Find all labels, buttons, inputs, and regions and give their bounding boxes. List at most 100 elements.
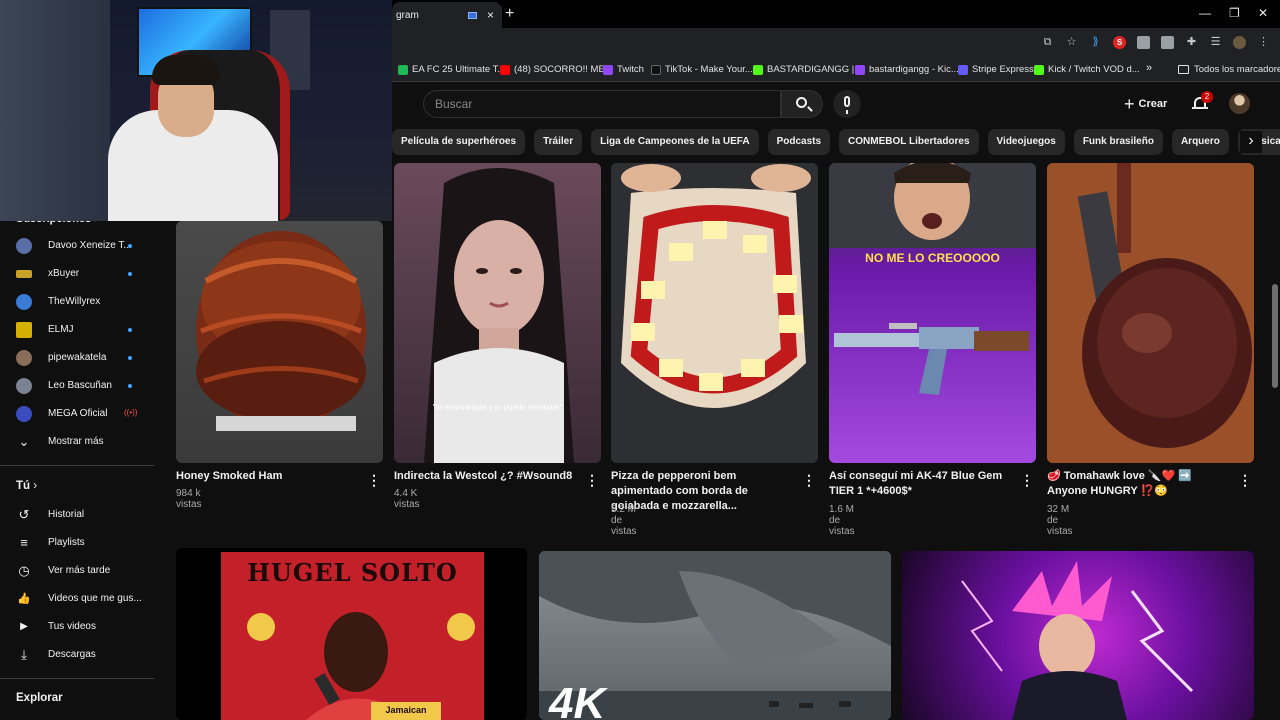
short-thumbnail[interactable]: NO ME LO CREOOOOO (829, 163, 1036, 463)
all-bookmarks-folder[interactable]: Todos los marcadores (1178, 64, 1280, 75)
bookmark-label: TikTok - Make Your... (665, 64, 753, 75)
bookmark-item[interactable]: Twitch (603, 64, 644, 75)
video-thumbnail[interactable] (902, 551, 1254, 720)
subscription-item[interactable]: Leo Bascuñan (0, 372, 154, 400)
channel-avatar (16, 270, 32, 278)
bookmark-item[interactable]: Kick / Twitch VOD d... (1034, 64, 1140, 75)
bookmark-favicon (1034, 64, 1044, 75)
bookmark-item[interactable]: Stripe Express (958, 64, 1034, 75)
bookmark-star-icon[interactable]: ☆ (1065, 36, 1078, 49)
ham-image (196, 231, 366, 431)
more-options-icon[interactable]: ⋮ (1238, 472, 1252, 489)
create-button[interactable]: + Crear (1124, 92, 1167, 116)
bookmark-item[interactable]: (48) SOCORRO!! ME... (500, 64, 613, 75)
show-more-button[interactable]: ⌄ Mostrar más (0, 428, 154, 456)
filter-chip[interactable]: Podcasts (767, 129, 831, 155)
page-scrollbar[interactable] (1272, 284, 1278, 388)
restore-button[interactable]: ❐ (1229, 6, 1240, 20)
create-label: Crear (1138, 98, 1168, 110)
extension-s-icon[interactable]: S (1113, 36, 1126, 49)
short-thumbnail[interactable] (1047, 163, 1254, 463)
bookmark-item[interactable]: bastardigangg - Kic... (855, 64, 959, 75)
sidebar-item-history[interactable]: ↺ Historial (0, 501, 154, 529)
notifications-button[interactable]: 2 (1192, 91, 1213, 112)
extension-icon[interactable]: ⟫ (1089, 36, 1102, 49)
search-button[interactable] (781, 90, 823, 118)
filter-chip[interactable]: CONMEBOL Libertadores (839, 129, 979, 155)
video-thumbnail[interactable]: HUGEL SOLTO Jamaican (176, 548, 527, 720)
video-title[interactable]: Indirecta la Westcol ¿? #Wsound8 (394, 469, 574, 484)
chevron-down-icon: ⌄ (18, 434, 30, 449)
short-thumbnail[interactable]: "te enamoraste y lo puedo entender" (394, 163, 601, 463)
install-icon[interactable]: ⧉ (1041, 36, 1054, 49)
video-title[interactable]: 🥩 Tomahawk love 🔪❤️ ➡️ Anyone HUNGRY ⁉️😳 (1047, 469, 1233, 499)
sidebar-item-liked[interactable]: 👍 Videos que me gus... (0, 585, 154, 613)
video-title[interactable]: Así conseguí mi AK-47 Blue Gem TIER 1 *+… (829, 469, 1015, 499)
filter-chip[interactable]: Tráiler (534, 129, 583, 155)
notification-badge: 2 (1201, 91, 1213, 103)
video-title[interactable]: Honey Smoked Ham (176, 469, 356, 484)
channel-name: Leo Bascuñan (48, 380, 112, 391)
filter-chip[interactable]: Película de superhéroes (392, 129, 526, 155)
filter-chip[interactable]: Videojuegos (987, 129, 1065, 155)
more-options-icon[interactable]: ⋮ (367, 472, 381, 489)
you-heading[interactable]: Tú › (16, 480, 37, 492)
chevron-right-icon[interactable]: › (1240, 131, 1262, 153)
more-options-icon[interactable]: ⋮ (585, 472, 599, 489)
bookmark-item[interactable]: EA FC 25 Ultimate T... (398, 64, 505, 75)
sidebar-item-downloads[interactable]: ⤓ Descargas (0, 641, 154, 669)
filter-chip[interactable]: Funk brasileño (1073, 129, 1163, 155)
voice-search-button[interactable] (833, 90, 861, 118)
bookmark-item[interactable]: TikTok - Make Your... (651, 64, 753, 75)
account-avatar[interactable] (1229, 93, 1250, 114)
channel-name: TheWillyrex (48, 296, 101, 307)
minimize-button[interactable]: — (1199, 6, 1211, 20)
bookmark-favicon (855, 64, 865, 75)
subscription-item[interactable]: pipewakatela (0, 344, 154, 372)
bookmark-label: EA FC 25 Ultimate T... (412, 64, 506, 75)
extension-box-icon[interactable] (1137, 36, 1150, 49)
channel-avatar (16, 322, 32, 338)
bookmark-favicon (398, 64, 408, 75)
filter-chip[interactable]: Liga de Campeones de la UEFA (591, 129, 759, 155)
bookmark-favicon (958, 64, 968, 75)
video-thumbnail[interactable]: 4K (539, 551, 891, 720)
subscription-item[interactable]: xBuyer (0, 260, 154, 288)
history-icon: ↺ (18, 507, 30, 522)
bookmark-item[interactable]: BASTARDIGANGG |... (753, 64, 862, 75)
sidebar-item-playlists[interactable]: ≡ Playlists (0, 529, 154, 557)
short-thumbnail[interactable] (176, 221, 383, 463)
bookmarks-overflow-button[interactable]: » (1146, 62, 1152, 74)
more-options-icon[interactable]: ⋮ (802, 472, 816, 489)
tab-close-icon[interactable]: × (487, 8, 494, 22)
sidebar-item-your-videos[interactable]: ▶ Tus videos (0, 613, 154, 641)
subscription-item[interactable]: Davoo Xeneize T... (0, 232, 154, 260)
close-window-button[interactable]: ✕ (1258, 6, 1268, 20)
subscription-item[interactable]: TheWillyrex (0, 288, 154, 316)
subscription-item[interactable]: ELMJ (0, 316, 154, 344)
new-content-dot (128, 328, 132, 332)
extension-box-2-icon[interactable] (1161, 36, 1174, 49)
media-queue-icon[interactable]: ☰ (1209, 36, 1222, 49)
album-cover: HUGEL SOLTO Jamaican (221, 552, 484, 720)
sidebar: Suscripciones > Davoo Xeneize T... xBuye… (0, 213, 154, 720)
new-tab-button[interactable]: + (505, 5, 514, 23)
video-caption: NO ME LO CREOOOOO (865, 251, 1000, 265)
view-count: 984 k vistas (176, 488, 202, 510)
chevron-right-icon: › (33, 480, 38, 492)
profile-icon[interactable] (1233, 36, 1246, 49)
like-icon: 👍 (17, 593, 31, 605)
filter-chip[interactable]: Arquero (1171, 129, 1229, 155)
browser-tab[interactable]: gram × (392, 2, 502, 28)
short-thumbnail[interactable] (611, 163, 818, 463)
video-title[interactable]: Pizza de pepperoni bem apimentado com bo… (611, 469, 797, 514)
puzzle-icon[interactable]: ✚ (1185, 36, 1198, 49)
subscription-item[interactable]: MEGA Oficial ((•)) (0, 400, 154, 428)
search-input[interactable]: Buscar (423, 90, 781, 118)
browser-menu-icon[interactable]: ⋮ (1257, 36, 1270, 49)
sidebar-item-watch-later[interactable]: ◷ Ver más tarde (0, 557, 154, 585)
more-options-icon[interactable]: ⋮ (1020, 472, 1034, 489)
playlist-icon: ≡ (20, 535, 28, 550)
bookmark-favicon (651, 64, 661, 75)
screen: gram × + — ❐ ✕ ⧉ ☆ ⟫ S ✚ ☰ ⋮ EA FC 25 Ul… (0, 0, 1280, 720)
